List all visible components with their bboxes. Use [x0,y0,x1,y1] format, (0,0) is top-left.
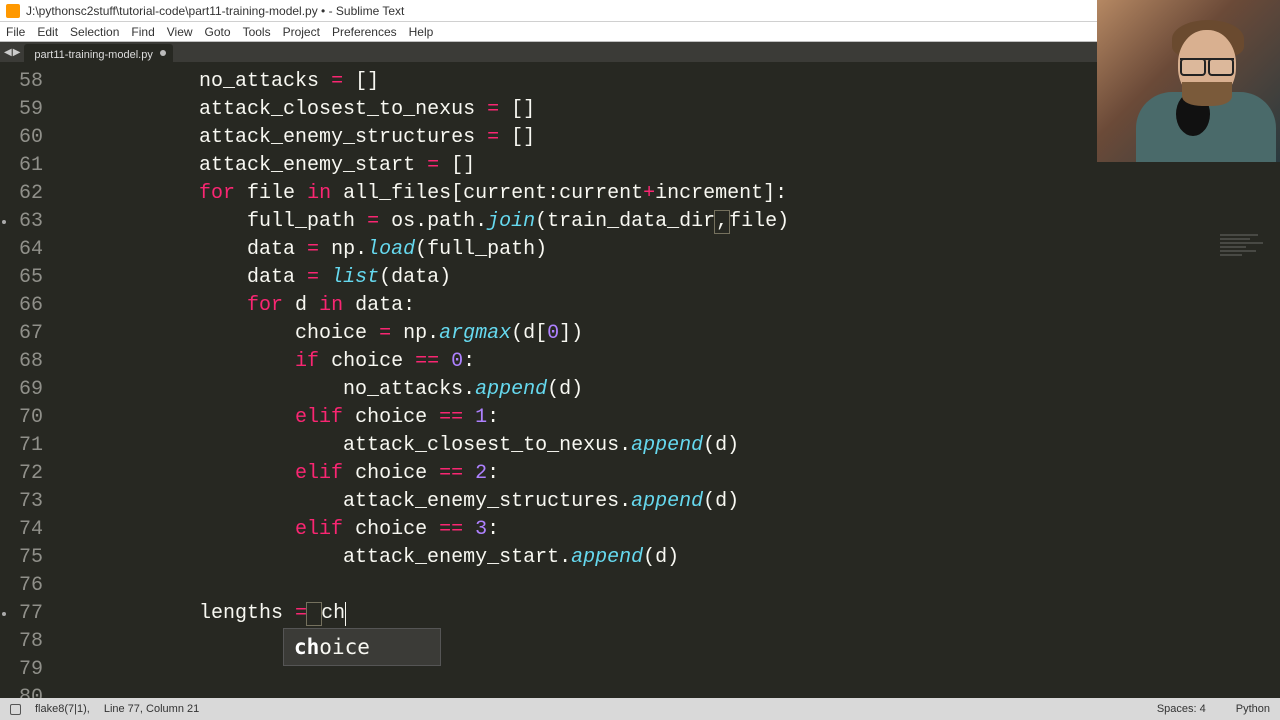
status-position: Line 77, Column 21 [104,703,199,715]
code-line[interactable]: attack_enemy_start.append(d) [55,544,1280,572]
line-number: 79 [0,656,43,684]
line-number: 63 [0,208,43,236]
autocomplete-match: ch [294,635,319,659]
code-line[interactable]: for d in data: [55,292,1280,320]
menu-item-edit[interactable]: Edit [37,25,58,39]
line-number: 70 [0,404,43,432]
code-line[interactable]: choice = np.argmax(d[0]) [55,320,1280,348]
tab-label: part11-training-model.py [34,49,152,61]
menu-bar[interactable]: File Edit Selection Find View Goto Tools Projec… [0,22,1280,42]
autocomplete-popup[interactable]: choice [283,628,441,666]
code-line[interactable]: elif choice == 1: [55,404,1280,432]
code-line[interactable]: elif choice == 3: [55,516,1280,544]
app-icon [6,4,20,18]
status-bar: flake8(7|1), Line 77, Column 21 Spaces: … [0,698,1280,720]
menu-item-preferences[interactable]: Preferences [332,25,397,39]
window-title: J:\pythonsc2stuff\tutorial-code\part11-t… [26,4,404,18]
code-line[interactable]: data = np.load(full_path) [55,236,1280,264]
line-number: 60 [0,124,43,152]
line-number: 62 [0,180,43,208]
code-line[interactable]: lengths = ch [55,600,1280,628]
line-number: 74 [0,516,43,544]
line-number: 58 [0,68,43,96]
code-line[interactable]: no_attacks.append(d) [55,376,1280,404]
text-cursor [345,602,346,626]
tab-active[interactable]: part11-training-model.py [24,44,172,62]
line-number: 61 [0,152,43,180]
line-number: 76 [0,572,43,600]
line-number: 59 [0,96,43,124]
line-number: 75 [0,544,43,572]
minimap[interactable] [1220,234,1274,274]
autocomplete-rest: oice [319,635,370,659]
code-line[interactable] [55,572,1280,600]
menu-item-find[interactable]: Find [131,25,154,39]
code-editor[interactable]: 5859606162636465666768697071727374757677… [0,62,1280,698]
status-syntax[interactable]: Python [1236,703,1270,715]
code-line[interactable]: elif choice == 2: [55,460,1280,488]
line-number: 73 [0,488,43,516]
tab-nav-arrows[interactable]: ◀ ▶ [0,42,24,62]
line-number: 67 [0,320,43,348]
menu-item-tools[interactable]: Tools [243,25,271,39]
line-number: 64 [0,236,43,264]
console-icon[interactable] [10,704,21,715]
menu-item-selection[interactable]: Selection [70,25,119,39]
menu-item-file[interactable]: File [6,25,25,39]
menu-item-help[interactable]: Help [409,25,434,39]
menu-item-view[interactable]: View [167,25,193,39]
code-line[interactable] [55,656,1280,684]
window-titlebar: J:\pythonsc2stuff\tutorial-code\part11-t… [0,0,1280,22]
nav-forward-icon[interactable]: ▶ [13,47,21,58]
code-line[interactable]: data = list(data) [55,264,1280,292]
status-indent[interactable]: Spaces: 4 [1157,703,1206,715]
line-number: 78 [0,628,43,656]
line-number-gutter: 5859606162636465666768697071727374757677… [0,62,55,698]
line-number: 72 [0,460,43,488]
line-number: 68 [0,348,43,376]
menu-item-project[interactable]: Project [283,25,320,39]
line-number: 71 [0,432,43,460]
nav-back-icon[interactable]: ◀ [4,47,12,58]
line-number: 77 [0,600,43,628]
code-line[interactable]: attack_enemy_structures.append(d) [55,488,1280,516]
code-line[interactable]: if choice == 0: [55,348,1280,376]
code-line[interactable]: for file in all_files[current:current+in… [55,180,1280,208]
code-line[interactable] [55,628,1280,656]
tab-dirty-indicator-icon [160,50,166,56]
status-lint: flake8(7|1), [35,703,90,715]
code-line[interactable]: full_path = os.path.join(train_data_dir,… [55,208,1280,236]
tab-strip: ◀ ▶ part11-training-model.py [0,42,1280,62]
line-number: 69 [0,376,43,404]
whitespace-marker: , [714,210,730,234]
line-number: 65 [0,264,43,292]
line-number: 66 [0,292,43,320]
whitespace-marker [306,602,322,626]
webcam-overlay [1097,0,1280,162]
menu-item-goto[interactable]: Goto [205,25,231,39]
code-line[interactable]: attack_closest_to_nexus.append(d) [55,432,1280,460]
